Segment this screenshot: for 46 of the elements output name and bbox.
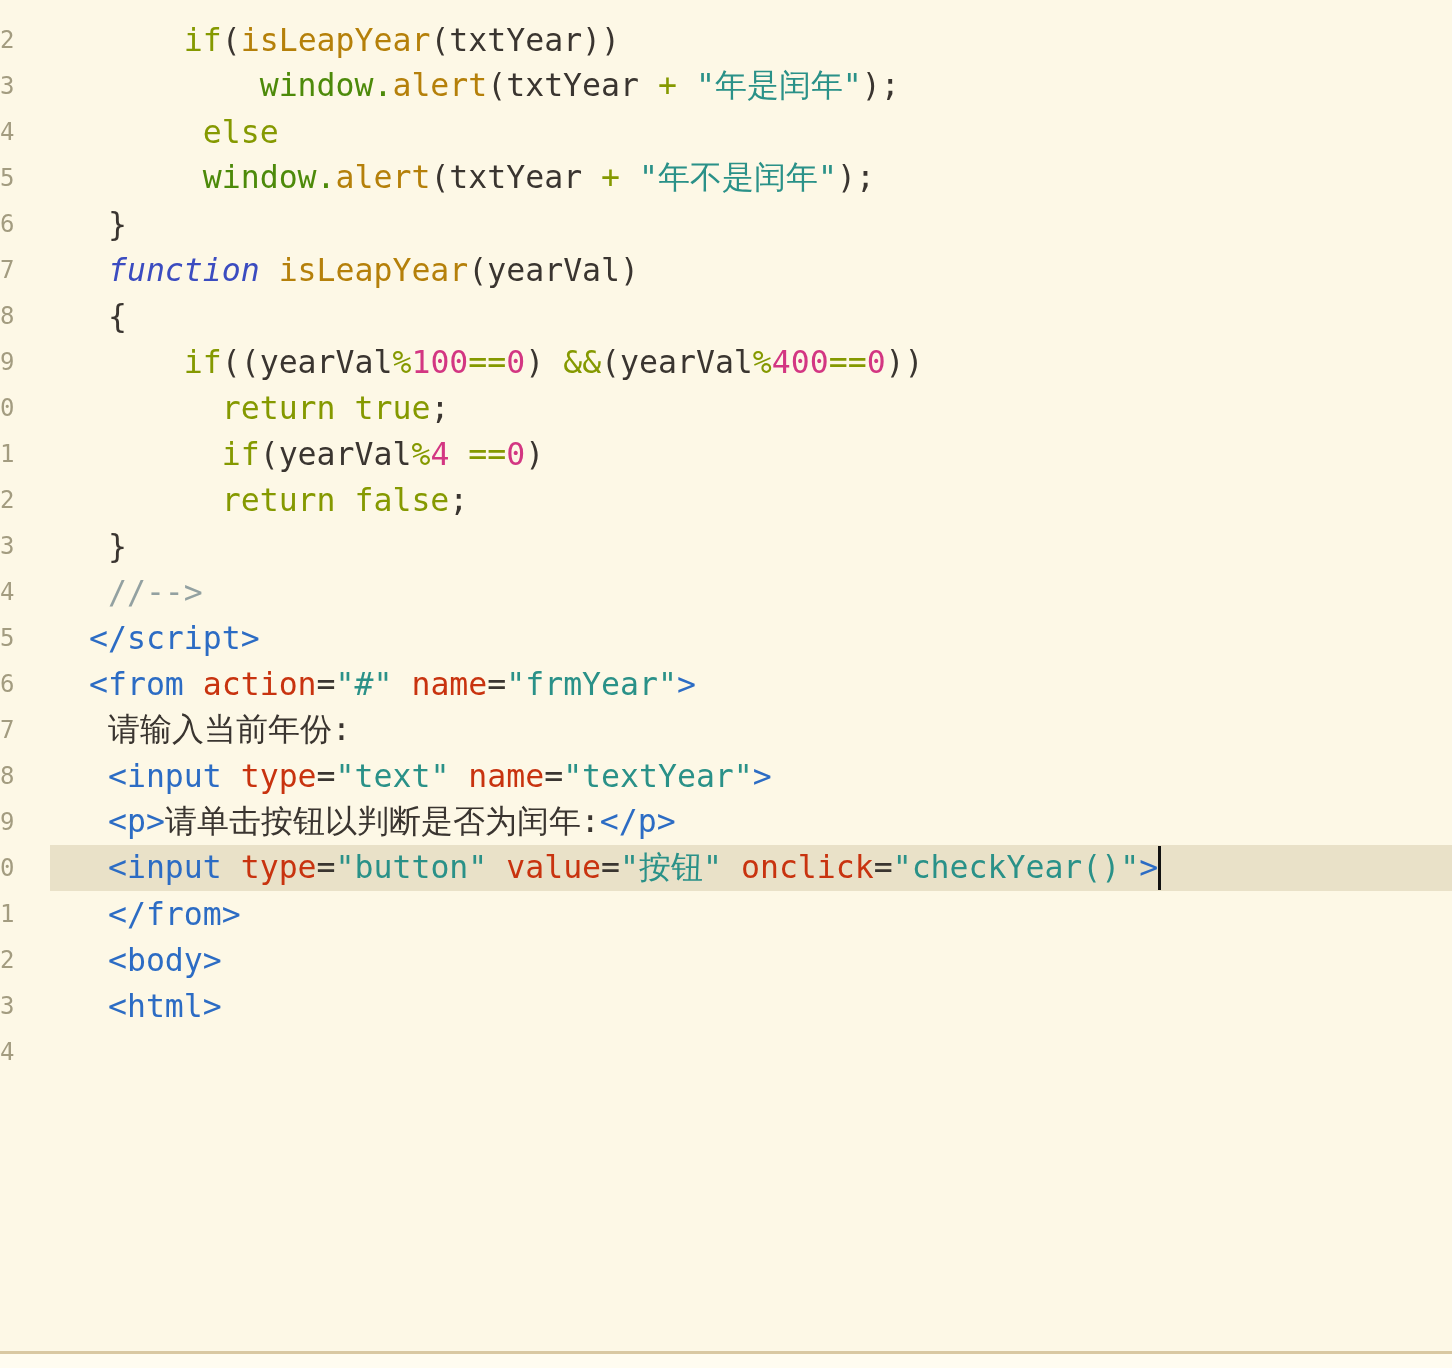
- text-cursor: [1158, 846, 1162, 890]
- code-line: <input type="button" value="按钮" onclick="checkYear()">: [106, 848, 1159, 887]
- line-number: 4: [0, 578, 15, 606]
- code-line: <input type="text" name="textYear">: [106, 758, 772, 794]
- code-line: if(isLeapYear(txtYear)): [182, 22, 621, 58]
- line-number: 5: [0, 624, 15, 652]
- line-number: 5: [0, 164, 15, 192]
- line-number: 9: [0, 348, 15, 376]
- code-line: function isLeapYear(yearVal): [106, 252, 639, 288]
- line-number: 2: [0, 946, 15, 974]
- code-line: window.alert(txtYear + "年是闰年");: [258, 66, 900, 105]
- code-line: </from>: [106, 896, 241, 932]
- code-line: return true;: [220, 390, 450, 426]
- line-number: 8: [0, 762, 15, 790]
- line-number: 3: [0, 532, 15, 560]
- code-line: }: [106, 528, 127, 564]
- line-number: 0: [0, 854, 15, 882]
- code-line: 请输入当前年份:: [106, 710, 351, 749]
- code-line: <from action="#" name="frmYear">: [89, 666, 696, 702]
- line-number: 2: [0, 486, 15, 514]
- line-number: 4: [0, 118, 15, 146]
- code-line: <body>: [106, 942, 222, 978]
- line-number: 1: [0, 440, 15, 468]
- line-number: 8: [0, 302, 15, 330]
- line-number: 4: [0, 1038, 15, 1066]
- code-line: </script>: [89, 620, 260, 656]
- line-number: 9: [0, 808, 15, 836]
- code-line: window.alert(txtYear + "年不是闰年");: [201, 158, 875, 197]
- line-number: 6: [0, 210, 15, 238]
- line-number: 0: [0, 394, 15, 422]
- line-number: 7: [0, 716, 15, 744]
- line-number: 6: [0, 670, 15, 698]
- line-number: 2: [0, 26, 15, 54]
- line-number: 3: [0, 72, 15, 100]
- line-number: 7: [0, 256, 15, 284]
- code-line: if((yearVal%100==0) &&(yearVal%400==0)): [182, 344, 924, 380]
- code-line: if(yearVal%4 ==0): [220, 436, 545, 472]
- code-line: <p>请单击按钮以判断是否为闰年:</p>: [106, 802, 676, 841]
- code-line: else: [201, 114, 279, 150]
- code-line: }: [106, 206, 127, 242]
- line-number: 1: [0, 900, 15, 928]
- code-line: {: [106, 298, 127, 334]
- code-line: return false;: [220, 482, 469, 518]
- line-number: 3: [0, 992, 15, 1020]
- code-line: //-->: [106, 574, 203, 610]
- code-line: <html>: [106, 988, 222, 1024]
